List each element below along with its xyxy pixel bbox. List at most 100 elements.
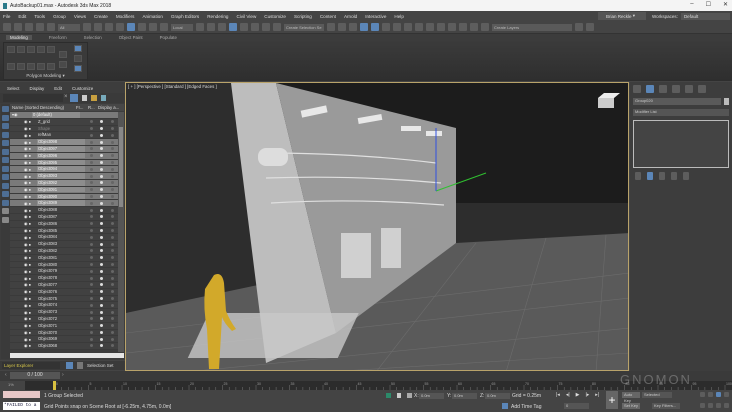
display-as-box-icon[interactable] — [111, 303, 114, 307]
frozen-toggle-icon[interactable] — [90, 201, 93, 205]
layers-icon[interactable] — [470, 23, 478, 31]
polygon-modeling-label[interactable]: Polygon Modeling ▾ — [3, 73, 88, 79]
bind-space-warp-icon[interactable] — [47, 23, 55, 31]
hierarchy-tab-icon[interactable] — [659, 85, 667, 93]
show-end-result-icon[interactable] — [647, 172, 653, 180]
renderable-teapot-icon[interactable] — [100, 337, 103, 341]
object-color-swatch[interactable] — [724, 98, 729, 105]
visibility-icon[interactable]: ◉ ● — [24, 119, 31, 124]
ribbon-tool-button[interactable] — [27, 63, 35, 70]
frozen-toggle-icon[interactable] — [90, 296, 93, 300]
visibility-icon[interactable]: ◉ ● — [24, 343, 31, 348]
renderable-teapot-icon[interactable] — [100, 296, 103, 300]
layer-explorer-dropdown[interactable]: Layer Explorer — [2, 362, 60, 369]
renderable-teapot-icon[interactable] — [100, 215, 103, 219]
display-as-box-icon[interactable] — [111, 201, 114, 205]
column-name[interactable]: Name (Sorted Descending) — [12, 105, 64, 110]
tree-row[interactable]: ◉ ● Object085 — [10, 227, 118, 235]
keyboard-shortcut-icon[interactable] — [218, 23, 226, 31]
add-time-tag[interactable]: Add Time Tag — [511, 404, 541, 410]
display-as-box-icon[interactable] — [111, 330, 114, 334]
display-as-box-icon[interactable] — [111, 242, 114, 246]
toggle-scene-explorer-icon[interactable] — [349, 23, 357, 31]
menu-group[interactable]: Group — [53, 14, 66, 19]
renderable-teapot-icon[interactable] — [100, 188, 103, 192]
object-name-field[interactable]: Group020 — [633, 98, 721, 105]
visibility-icon[interactable]: ◉ ● — [24, 187, 31, 192]
renderable-teapot-icon[interactable] — [100, 242, 103, 246]
ribbon-tool-button[interactable] — [7, 46, 15, 53]
tree-row[interactable]: ◉ ● Object097 — [10, 145, 118, 153]
x-coordinate[interactable]: 0.0m — [419, 393, 444, 399]
frozen-toggle-icon[interactable] — [90, 324, 93, 328]
menu-graph-editors[interactable]: Graph Editors — [171, 14, 199, 19]
ribbon-tab-object-paint[interactable]: Object Paint — [119, 35, 143, 40]
visibility-icon[interactable]: ◉ ● — [24, 255, 31, 260]
teapot-icon[interactable] — [586, 23, 594, 31]
visibility-icon[interactable]: ◉ ● — [24, 133, 31, 138]
render-shortcuts-icon[interactable] — [459, 23, 467, 31]
user-account-dropdown[interactable]: Brian Reckle ▾ — [598, 12, 646, 20]
frozen-toggle-icon[interactable] — [90, 228, 93, 232]
frozen-toggle-icon[interactable] — [90, 181, 93, 185]
horizontal-scrollbar[interactable] — [10, 353, 124, 358]
render-iterative-icon[interactable] — [448, 23, 456, 31]
renderable-teapot-icon[interactable] — [100, 208, 103, 212]
display-as-box-icon[interactable] — [111, 167, 114, 171]
menu-rendering[interactable]: Rendering — [207, 14, 228, 19]
ribbon-tool-button[interactable] — [47, 46, 55, 53]
renderable-teapot-icon[interactable] — [100, 222, 103, 226]
tree-row[interactable]: ◉ ● Z_grid — [10, 118, 118, 126]
frozen-toggle-icon[interactable] — [90, 188, 93, 192]
display-as-box-icon[interactable] — [111, 262, 114, 266]
filter-icon[interactable] — [70, 94, 78, 102]
renderable-teapot-icon[interactable] — [100, 262, 103, 266]
tree-row[interactable]: ◉ ● Object095 — [10, 159, 118, 167]
frozen-toggle-icon[interactable] — [90, 242, 93, 246]
visibility-icon[interactable]: ◉ ● — [24, 289, 31, 294]
angle-snap-icon[interactable] — [240, 23, 248, 31]
ribbon-tool-button[interactable] — [74, 55, 82, 62]
frozen-toggle-icon[interactable] — [90, 222, 93, 226]
renderable-teapot-icon[interactable] — [100, 310, 103, 314]
absolute-mode-icon[interactable] — [407, 393, 412, 398]
frozen-toggle-icon[interactable] — [90, 290, 93, 294]
display-filter-icon[interactable] — [2, 191, 9, 197]
visibility-icon[interactable]: ◉ ● — [24, 303, 31, 308]
visibility-icon[interactable]: ◉ ● — [24, 262, 31, 267]
ribbon-tool-button[interactable] — [7, 63, 15, 70]
zoom-icon[interactable] — [700, 392, 705, 397]
menu-customize[interactable]: Customize — [264, 14, 286, 19]
ribbon-tool-button[interactable] — [74, 65, 82, 72]
render-production-icon[interactable] — [437, 23, 445, 31]
explorer-menu-edit[interactable]: Edit — [54, 86, 62, 91]
selection-set-label[interactable]: Selection Set — [87, 362, 114, 369]
isolate-selection-icon[interactable] — [386, 393, 391, 398]
visibility-icon[interactable]: ◉ ● — [24, 146, 31, 151]
display-filter-icon[interactable] — [2, 140, 9, 146]
select-object-icon[interactable] — [83, 23, 91, 31]
display-as-box-icon[interactable] — [111, 269, 114, 273]
current-frame-field[interactable]: 0 — [564, 403, 589, 409]
explorer-menu-customize[interactable]: Customize — [72, 86, 93, 91]
display-as-box-icon[interactable] — [111, 194, 114, 198]
ribbon-tab-selection[interactable]: Selection — [84, 35, 102, 40]
menu-edit[interactable]: Edit — [18, 14, 26, 19]
renderable-teapot-icon[interactable] — [100, 167, 103, 171]
set-key-plus-icon[interactable]: + — [606, 391, 618, 409]
visibility-icon[interactable]: ◉ ● — [24, 269, 31, 274]
renderable-teapot-icon[interactable] — [100, 283, 103, 287]
current-frame-marker[interactable] — [53, 381, 56, 390]
zoom-extents-all-icon[interactable] — [724, 392, 729, 397]
tree-row[interactable]: ◉ ● Object073 — [10, 309, 118, 316]
column-renderable[interactable]: R... — [88, 105, 95, 110]
prev-frame-button[interactable]: ‹ — [5, 372, 7, 378]
visibility-icon[interactable]: ◉ ● — [24, 153, 31, 158]
redo-icon[interactable] — [14, 23, 22, 31]
display-as-box-icon[interactable] — [111, 133, 114, 137]
tree-row[interactable]: ◉ ● Object070 — [10, 329, 118, 337]
display-as-box-icon[interactable] — [111, 290, 114, 294]
next-frame-button[interactable]: › — [62, 372, 64, 378]
minimize-button[interactable]: – — [690, 1, 693, 8]
visibility-icon[interactable]: ◉ ● — [24, 221, 31, 226]
